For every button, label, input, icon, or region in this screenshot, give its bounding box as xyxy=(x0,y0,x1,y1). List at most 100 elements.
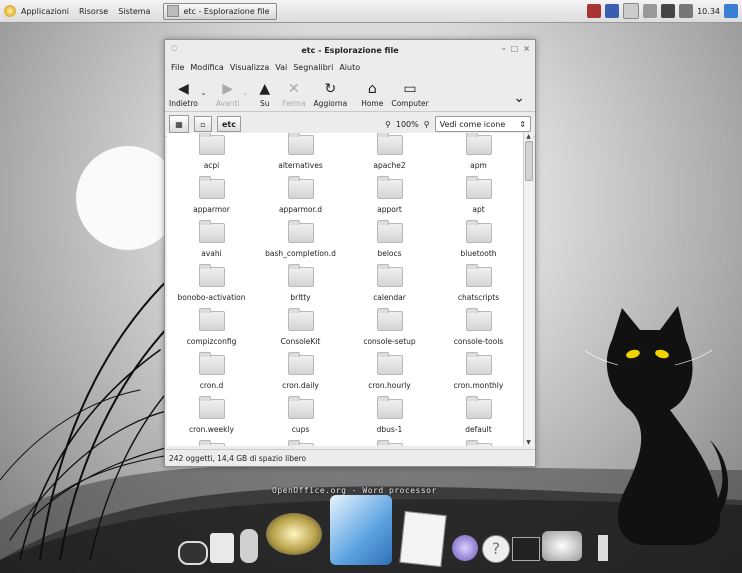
menu-file[interactable]: File xyxy=(168,63,187,72)
scroll-down-icon[interactable]: ▼ xyxy=(524,439,533,446)
menu-go[interactable]: Vai xyxy=(272,63,290,72)
scroll-up-icon[interactable]: ▲ xyxy=(524,133,533,140)
file-item[interactable] xyxy=(345,440,434,446)
maximize-icon[interactable]: □ xyxy=(511,44,519,53)
file-item[interactable]: acpi xyxy=(167,133,256,177)
clock[interactable]: 10.34 xyxy=(697,7,720,16)
zoom-in-icon[interactable]: ⚲ xyxy=(424,120,430,129)
word-processor-icon[interactable] xyxy=(330,495,392,565)
firefox-icon[interactable] xyxy=(587,4,602,18)
file-name: apm xyxy=(470,161,487,170)
file-item[interactable]: apport xyxy=(345,176,434,221)
text-editor-icon[interactable] xyxy=(399,510,447,568)
file-item[interactable]: belocs xyxy=(345,220,434,265)
file-item[interactable]: bash_completion.d xyxy=(256,220,345,265)
file-item[interactable]: apparmor.d xyxy=(256,176,345,221)
view-mode-select[interactable]: Vedi come icone ⇕ xyxy=(434,116,531,132)
workspace-icon[interactable] xyxy=(605,4,620,18)
file-item[interactable]: console-tools xyxy=(434,308,523,353)
file-name: calendar xyxy=(373,293,406,302)
speaker-icon[interactable] xyxy=(266,513,322,555)
window-titlebar[interactable]: ○ etc - Esplorazione file – □ × xyxy=(165,40,535,60)
file-item[interactable]: dbus-1 xyxy=(345,396,434,441)
gnome-foot-icon[interactable] xyxy=(4,5,16,17)
folder-icon xyxy=(198,352,225,375)
toolbar-overflow-button[interactable]: ⌄ xyxy=(513,90,525,108)
tray-app-icon[interactable] xyxy=(643,4,658,18)
file-item[interactable]: brltty xyxy=(256,264,345,309)
folder-icon xyxy=(376,396,403,419)
file-item[interactable]: cron.d xyxy=(167,352,256,397)
reload-button[interactable]: ↻ Aggiorna xyxy=(314,81,348,108)
up-button[interactable]: ▲ Su xyxy=(259,81,270,108)
folder-icon xyxy=(376,133,403,155)
workspace-switcher-icon[interactable] xyxy=(623,3,640,19)
window-menu-icon[interactable]: ○ xyxy=(171,44,177,52)
back-button[interactable]: ◀ Indietro ⌄ xyxy=(169,81,207,108)
taskbar-button-file-browser[interactable]: etc - Esplorazione file xyxy=(163,2,277,20)
system-monitor-icon[interactable] xyxy=(512,537,540,561)
file-item[interactable]: cups xyxy=(256,396,345,441)
file-item[interactable]: apt xyxy=(434,176,523,221)
toggle-location-button[interactable]: ▦ xyxy=(169,115,189,133)
dock-rabbit-icon[interactable] xyxy=(240,529,258,563)
back-history-dropdown-icon[interactable]: ⌄ xyxy=(200,88,207,97)
folder-icon xyxy=(198,264,225,287)
menu-help[interactable]: Aiuto xyxy=(336,63,363,72)
back-arrow-icon: ◀ xyxy=(178,81,189,97)
system-menu[interactable]: Sistema xyxy=(113,7,155,16)
minimize-icon[interactable]: – xyxy=(502,44,506,53)
dock-app-icon[interactable] xyxy=(178,541,208,565)
dock-app-icon[interactable] xyxy=(210,533,234,563)
vertical-scrollbar[interactable]: ▲ ▼ xyxy=(523,133,533,446)
dock-app-icon[interactable] xyxy=(452,535,478,561)
file-item[interactable]: cron.weekly xyxy=(167,396,256,441)
menu-edit[interactable]: Modifica xyxy=(187,63,226,72)
file-item[interactable]: apparmor xyxy=(167,176,256,221)
file-item[interactable]: default xyxy=(434,396,523,441)
menu-bookmarks[interactable]: Segnalibri xyxy=(290,63,336,72)
file-item[interactable]: cron.monthly xyxy=(434,352,523,397)
path-scroll-left-button[interactable]: ▫ xyxy=(194,116,212,132)
file-item[interactable]: alternatives xyxy=(256,133,345,177)
close-icon[interactable]: × xyxy=(523,44,530,53)
menu-view[interactable]: Visualizza xyxy=(227,63,272,72)
forward-button[interactable]: ▶ Avanti ⌄ xyxy=(216,81,249,108)
file-item[interactable]: chatscripts xyxy=(434,264,523,309)
file-item[interactable]: cron.daily xyxy=(256,352,345,397)
file-item[interactable]: console-setup xyxy=(345,308,434,353)
file-item[interactable]: ConsoleKit xyxy=(256,308,345,353)
file-item[interactable]: calendar xyxy=(345,264,434,309)
file-browser-window: ○ etc - Esplorazione file – □ × File Mod… xyxy=(164,39,536,467)
file-item[interactable] xyxy=(167,440,256,446)
places-menu[interactable]: Risorse xyxy=(74,7,113,16)
file-item[interactable]: apache2 xyxy=(345,133,434,177)
network-icon[interactable] xyxy=(661,4,676,18)
file-item[interactable]: bluetooth xyxy=(434,220,523,265)
file-item[interactable]: cron.hourly xyxy=(345,352,434,397)
file-item[interactable]: bonobo-activation xyxy=(167,264,256,309)
folder-icon xyxy=(198,440,225,446)
file-item[interactable]: compizconfig xyxy=(167,308,256,353)
file-item[interactable] xyxy=(434,440,523,446)
dock-app-icon[interactable] xyxy=(598,535,608,561)
disc-burner-icon[interactable] xyxy=(542,531,582,561)
zoom-out-icon[interactable]: ⚲ xyxy=(385,120,391,129)
file-item[interactable] xyxy=(256,440,345,446)
stop-button[interactable]: ✕ Ferma xyxy=(282,81,305,108)
home-button[interactable]: ⌂ Home xyxy=(361,81,383,108)
help-icon[interactable]: ? xyxy=(482,535,510,563)
computer-button[interactable]: ▭ Computer xyxy=(391,81,428,108)
volume-icon[interactable] xyxy=(679,4,694,18)
file-view[interactable]: acpi alternatives apache2 apm apparmor apparm… xyxy=(167,133,523,446)
path-button-etc[interactable]: etc xyxy=(217,116,241,132)
zoom-level[interactable]: 100% xyxy=(396,120,419,129)
applications-menu[interactable]: Applicazioni xyxy=(16,7,74,16)
file-name: bonobo-activation xyxy=(177,293,246,302)
scroll-thumb[interactable] xyxy=(525,141,533,181)
file-item[interactable]: avahi xyxy=(167,220,256,265)
file-item[interactable]: apm xyxy=(434,133,523,177)
forward-history-dropdown-icon[interactable]: ⌄ xyxy=(242,88,249,97)
update-icon[interactable] xyxy=(724,4,738,18)
dock: ? xyxy=(0,495,742,573)
